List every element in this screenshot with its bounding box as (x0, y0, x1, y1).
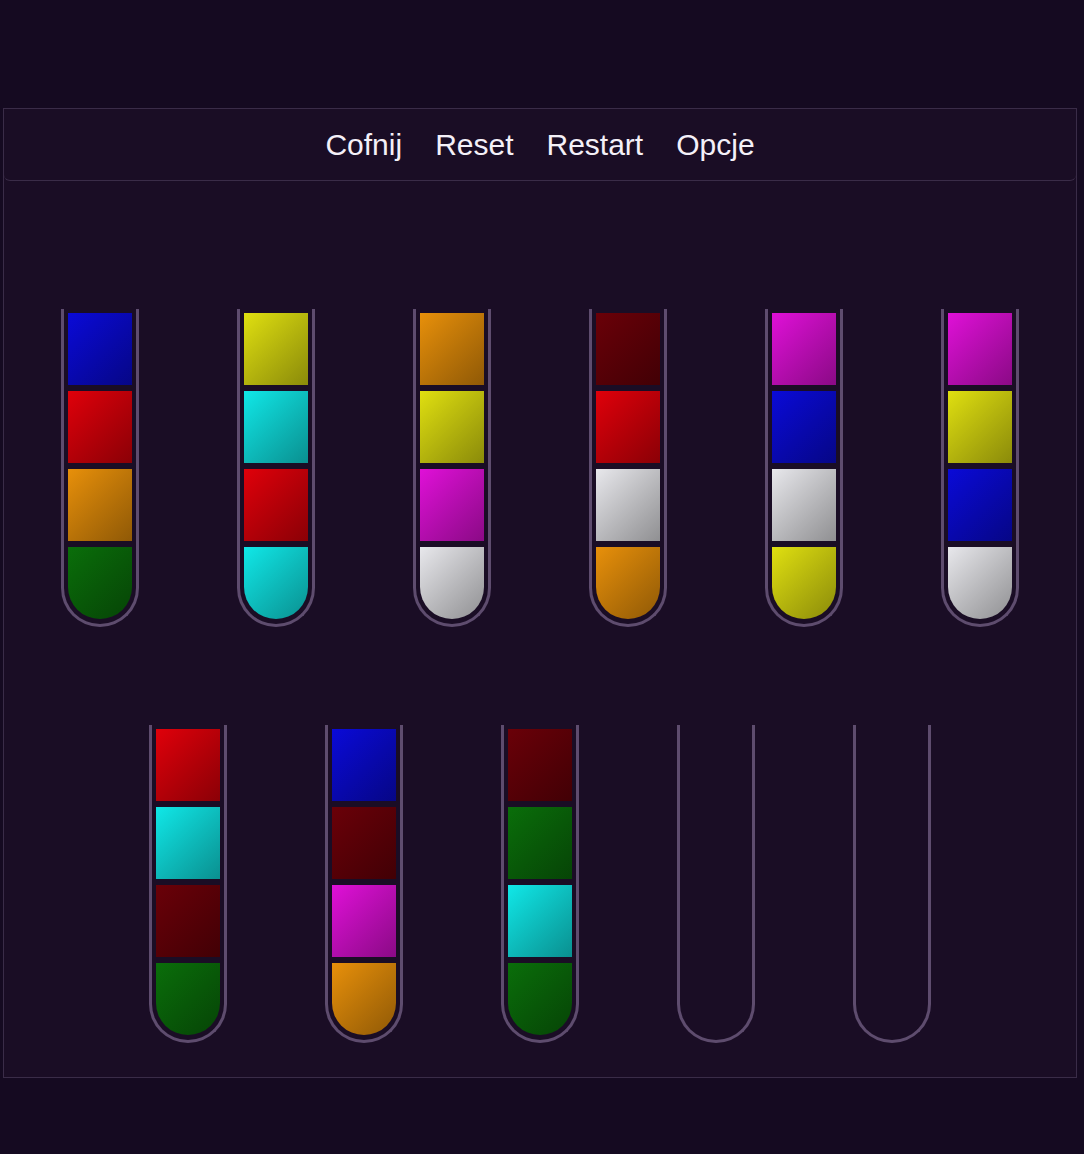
menu-bar: Cofnij Reset Restart Opcje (4, 109, 1076, 181)
liquid-segment (596, 547, 660, 619)
tube[interactable] (237, 309, 315, 627)
liquid-segment (948, 547, 1012, 619)
menu-item[interactable]: Restart (547, 128, 644, 162)
liquid-segment (508, 885, 572, 957)
liquid-segment (156, 885, 220, 957)
liquid-segment (772, 547, 836, 619)
game-panel: Cofnij Reset Restart Opcje (3, 108, 1077, 1078)
tube-row (4, 309, 1076, 627)
liquid-segment (244, 469, 308, 541)
liquid-segment (508, 729, 572, 801)
liquid-segment (332, 963, 396, 1035)
menu-item[interactable]: Cofnij (325, 128, 402, 162)
liquid-segment (68, 469, 132, 541)
liquid-segment (420, 313, 484, 385)
tube[interactable] (61, 309, 139, 627)
liquid-segment (156, 807, 220, 879)
liquid-segment (156, 963, 220, 1035)
liquid-segment (948, 313, 1012, 385)
liquid-segment (244, 313, 308, 385)
liquid-segment (332, 885, 396, 957)
menu-item[interactable]: Reset (435, 128, 513, 162)
liquid-segment (244, 547, 308, 619)
liquid-segment (772, 391, 836, 463)
liquid-segment (332, 729, 396, 801)
liquid-segment (508, 963, 572, 1035)
liquid-segment (772, 469, 836, 541)
tube[interactable] (765, 309, 843, 627)
menu-item[interactable]: Opcje (676, 128, 754, 162)
tube[interactable] (589, 309, 667, 627)
liquid-segment (596, 469, 660, 541)
liquid-segment (68, 547, 132, 619)
liquid-segment (948, 391, 1012, 463)
liquid-segment (244, 391, 308, 463)
liquid-segment (420, 547, 484, 619)
board (4, 181, 1076, 1077)
liquid-segment (596, 313, 660, 385)
liquid-segment (68, 391, 132, 463)
tube[interactable] (413, 309, 491, 627)
liquid-segment (420, 469, 484, 541)
tube[interactable] (941, 309, 1019, 627)
liquid-segment (596, 391, 660, 463)
liquid-segment (772, 313, 836, 385)
tube[interactable] (853, 725, 931, 1043)
liquid-segment (420, 391, 484, 463)
liquid-segment (68, 313, 132, 385)
tube[interactable] (501, 725, 579, 1043)
tube[interactable] (149, 725, 227, 1043)
tube-row (4, 725, 1076, 1043)
liquid-segment (948, 469, 1012, 541)
tube[interactable] (325, 725, 403, 1043)
liquid-segment (156, 729, 220, 801)
tube[interactable] (677, 725, 755, 1043)
liquid-segment (508, 807, 572, 879)
liquid-segment (332, 807, 396, 879)
